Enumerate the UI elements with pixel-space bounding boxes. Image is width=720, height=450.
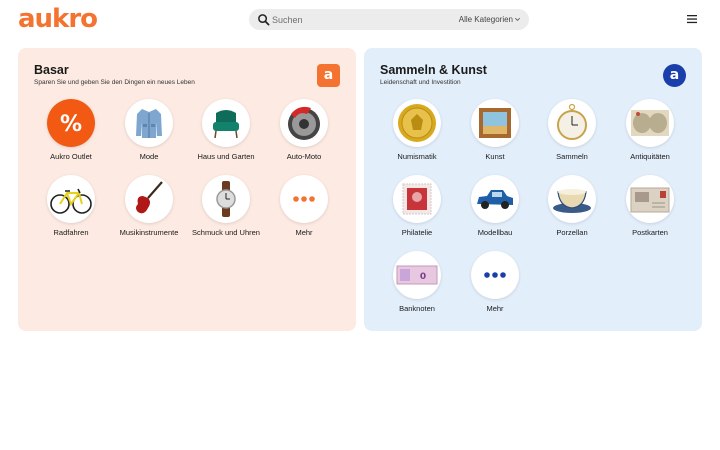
model-car-icon — [471, 175, 519, 223]
stamp-icon — [393, 175, 441, 223]
category-mehr[interactable]: Mehr — [456, 251, 534, 321]
search-icon — [258, 14, 270, 26]
watch-icon — [202, 175, 250, 223]
category-label: Radfahren — [53, 228, 89, 237]
category-label: Sammeln — [556, 152, 588, 161]
basar-title: Basar — [34, 63, 69, 77]
banknote-icon: 0 — [393, 251, 441, 299]
category-philatelie[interactable]: Philatelie — [378, 175, 456, 245]
category-mehr[interactable]: Mehr — [265, 175, 343, 245]
brake-disc-icon — [280, 99, 328, 147]
aukro-basar-badge[interactable]: a — [317, 64, 340, 87]
porcelain-cup-icon — [548, 175, 596, 223]
postcard-icon — [626, 175, 674, 223]
category-label: Mehr — [295, 228, 313, 237]
sammeln-kunst-panel: Sammeln & Kunst Leidenschaft und Investi… — [364, 48, 702, 331]
painting-icon — [471, 99, 519, 147]
category-select[interactable]: Alle Kategorien — [459, 9, 521, 30]
category-postkarten[interactable]: Postkarten — [611, 175, 689, 245]
aukro-kunst-badge[interactable]: a — [663, 64, 686, 87]
category-label: Philatelie — [401, 228, 433, 237]
more-dots-icon — [280, 175, 328, 223]
svg-text:%: % — [60, 112, 82, 137]
category-musikinstrumente[interactable]: Musikinstrumente — [110, 175, 188, 245]
category-porzellan[interactable]: Porzellan — [533, 175, 611, 245]
category-haus-und-garten[interactable]: Haus und Garten — [187, 99, 265, 169]
armchair-icon — [202, 99, 250, 147]
category-sammeln[interactable]: Sammeln — [533, 99, 611, 169]
header: aukro Alle Kategorien — [0, 0, 720, 40]
search-bar[interactable]: Alle Kategorien — [249, 9, 529, 30]
basar-subtitle: Sparen Sie und geben Sie den Dingen ein … — [34, 79, 195, 86]
category-radfahren[interactable]: Radfahren — [32, 175, 110, 245]
guitar-icon — [125, 175, 173, 223]
category-mode[interactable]: Mode — [110, 99, 188, 169]
category-label: Antiquitäten — [630, 152, 670, 161]
category-label: Postkarten — [632, 228, 668, 237]
more-dots-icon — [471, 251, 519, 299]
category-schmuck-und-uhren[interactable]: Schmuck und Uhren — [187, 175, 265, 245]
percent-icon: % — [47, 99, 95, 147]
hamburger-menu-icon[interactable] — [686, 13, 698, 25]
category-label: Numismatik — [397, 152, 437, 161]
search-input[interactable] — [271, 9, 451, 30]
category-label: Aukro Outlet — [50, 152, 92, 161]
kunst-title: Sammeln & Kunst — [380, 63, 487, 77]
basar-badge-letter: a — [323, 66, 334, 83]
category-label: Auto-Moto — [286, 152, 322, 161]
category-label: Porzellan — [556, 228, 588, 237]
jacket-icon — [125, 99, 173, 147]
gold-coin-icon — [393, 99, 441, 147]
svg-text:0: 0 — [420, 272, 426, 282]
kunst-subtitle: Leidenschaft und Investition — [380, 79, 461, 86]
aukro-logo[interactable]: aukro — [18, 4, 98, 34]
old-map-icon — [626, 99, 674, 147]
category-auto-moto[interactable]: Auto-Moto — [265, 99, 343, 169]
category-antiquitaeten[interactable]: Antiquitäten — [611, 99, 689, 169]
category-label: Mehr — [486, 304, 504, 313]
category-banknoten[interactable]: 0 Banknoten — [378, 251, 456, 321]
category-label: Banknoten — [399, 304, 435, 313]
kunst-badge-letter: a — [669, 66, 680, 83]
category-label: Haus und Garten — [197, 152, 255, 161]
bicycle-icon — [47, 175, 95, 223]
category-kunst[interactable]: Kunst — [456, 99, 534, 169]
chevron-down-icon — [515, 17, 520, 21]
pocket-watch-icon — [548, 99, 596, 147]
category-numismatik[interactable]: Numismatik — [378, 99, 456, 169]
category-select-label: Alle Kategorien — [458, 15, 513, 24]
category-modellbau[interactable]: Modellbau — [456, 175, 534, 245]
category-label: Schmuck und Uhren — [192, 228, 260, 237]
basar-panel: Basar Sparen Sie und geben Sie den Dinge… — [18, 48, 356, 331]
category-aukro-outlet[interactable]: % Aukro Outlet — [32, 99, 110, 169]
